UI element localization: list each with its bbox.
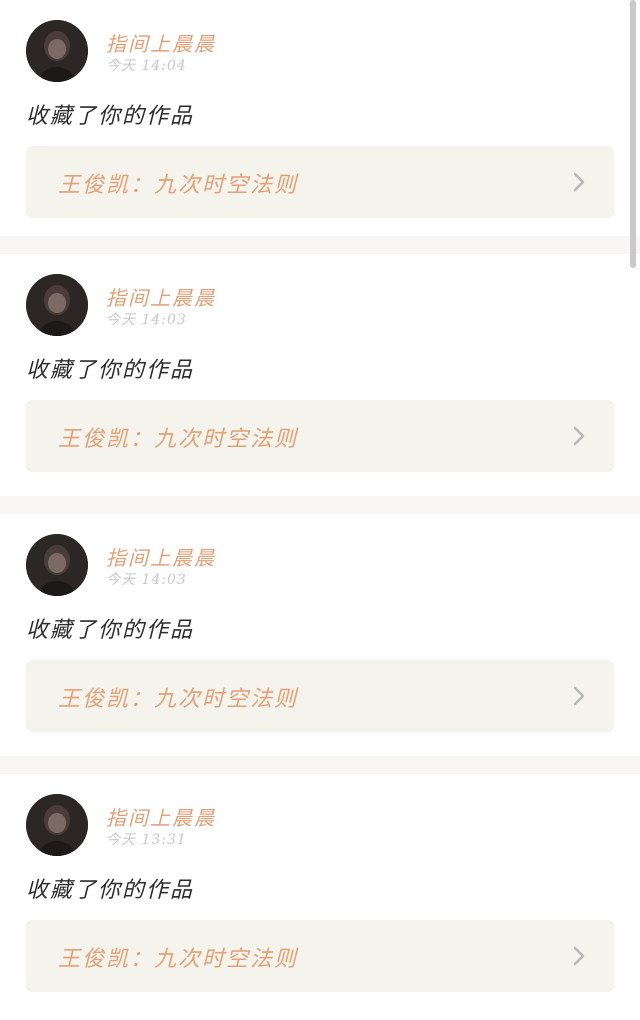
username[interactable]: 指间上晨晨 [106,28,216,57]
chevron-right-icon [568,944,590,968]
chevron-right-icon [568,684,590,708]
timestamp: 今天 14:03 [106,572,187,588]
activity-feed: 指间上晨晨 今天 14:04 收藏了你的作品 王俊凯：九次时空法则 指间上晨晨 … [0,0,640,1020]
activity-text: 收藏了你的作品 [26,358,195,383]
notification-card: 指间上晨晨 今天 13:31 收藏了你的作品 王俊凯：九次时空法则 [0,774,640,1020]
timestamp: 今天 13:31 [106,832,187,848]
notification-card: 指间上晨晨 今天 14:03 收藏了你的作品 王俊凯：九次时空法则 [0,514,640,756]
activity-text: 收藏了你的作品 [26,878,195,903]
notification-card: 指间上晨晨 今天 14:03 收藏了你的作品 王俊凯：九次时空法则 [0,254,640,496]
work-link[interactable]: 王俊凯：九次时空法则 [26,146,614,218]
activity-text: 收藏了你的作品 [26,618,195,643]
scrollbar[interactable] [630,0,636,268]
work-link[interactable]: 王俊凯：九次时空法则 [26,920,614,992]
avatar[interactable] [26,534,88,596]
timestamp: 今天 14:03 [106,312,187,328]
work-title: 王俊凯：九次时空法则 [58,687,299,712]
timestamp: 今天 14:04 [106,58,187,74]
username[interactable]: 指间上晨晨 [106,282,216,311]
activity-text: 收藏了你的作品 [26,104,195,129]
work-link[interactable]: 王俊凯：九次时空法则 [26,660,614,732]
work-title: 王俊凯：九次时空法则 [58,427,299,452]
work-link[interactable]: 王俊凯：九次时空法则 [26,400,614,472]
avatar[interactable] [26,794,88,856]
username[interactable]: 指间上晨晨 [106,802,216,831]
chevron-right-icon [568,170,590,194]
work-title: 王俊凯：九次时空法则 [58,173,299,198]
avatar[interactable] [26,274,88,336]
username[interactable]: 指间上晨晨 [106,542,216,571]
notification-card: 指间上晨晨 今天 14:04 收藏了你的作品 王俊凯：九次时空法则 [0,0,640,236]
chevron-right-icon [568,424,590,448]
avatar[interactable] [26,20,88,82]
work-title: 王俊凯：九次时空法则 [58,947,299,972]
